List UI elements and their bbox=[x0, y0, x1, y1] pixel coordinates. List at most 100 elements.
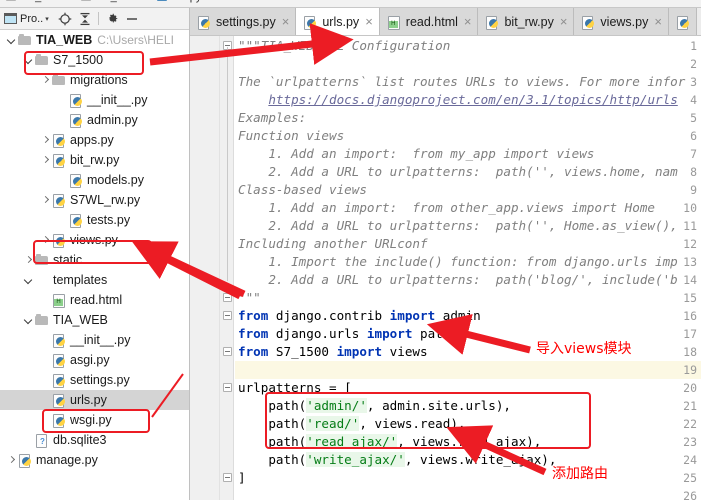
tree-item-tests-py[interactable]: tests.py bbox=[0, 210, 189, 230]
close-icon[interactable]: × bbox=[464, 15, 472, 28]
tree-item-views-py[interactable]: views.py bbox=[0, 230, 189, 250]
code-line[interactable]: The `urlpatterns` list routes URLs to vi… bbox=[238, 73, 685, 91]
code-line[interactable]: from django.contrib import admin bbox=[238, 307, 481, 325]
code-line[interactable]: """TIA_WEB URL Configuration bbox=[238, 37, 450, 55]
tree-item-s7-1500[interactable]: S7_1500 bbox=[0, 50, 189, 70]
tree-item-s7wl-rw-py[interactable]: S7WL_rw.py bbox=[0, 190, 189, 210]
tree-item-tia-web[interactable]: TIA_WEB C:\Users\HELI bbox=[0, 30, 189, 50]
chevron-down-icon[interactable] bbox=[23, 275, 34, 286]
code-line[interactable]: Examples: bbox=[238, 109, 306, 127]
collapse-all-button[interactable] bbox=[75, 9, 95, 29]
editor-tab-settings-py[interactable]: settings.py × bbox=[190, 8, 297, 35]
chevron-right-icon[interactable] bbox=[6, 455, 17, 466]
tree-item-label: S7_1500 bbox=[53, 53, 104, 67]
tree-item-label: db.sqlite3 bbox=[53, 433, 107, 447]
tree-item-static[interactable]: static bbox=[0, 250, 189, 270]
code-editor[interactable]: 1 """TIA_WEB URL Configuration 2 3 The `urlp… bbox=[190, 36, 701, 500]
chevron-right-icon[interactable] bbox=[40, 135, 51, 146]
chevron-right-icon[interactable] bbox=[40, 75, 51, 86]
code-line[interactable]: 2. Add a URL to urlpatterns: path('', Ho… bbox=[238, 217, 677, 235]
scroll-from-source-button[interactable] bbox=[55, 9, 75, 29]
code-line[interactable]: Including another URLconf bbox=[238, 235, 428, 253]
code-line[interactable]: from S7_1500 import views bbox=[238, 343, 428, 361]
settings-button[interactable] bbox=[102, 9, 122, 29]
templates-folder-icon bbox=[35, 274, 49, 286]
editor-tab-urls-py[interactable]: urls.py × bbox=[296, 8, 380, 35]
code-line[interactable]: 1. Add an import: from other_app.views i… bbox=[238, 199, 655, 217]
line-number: 22 bbox=[683, 417, 697, 431]
project-window-icon bbox=[4, 13, 17, 24]
breadcrumb-item-0[interactable]: TIA_WEB bbox=[18, 0, 66, 3]
close-icon[interactable]: × bbox=[365, 15, 373, 28]
code-token: S7_1500 bbox=[268, 344, 337, 359]
tree-item-label: urls.py bbox=[70, 393, 107, 407]
line-number: 8 bbox=[690, 165, 697, 179]
breadcrumb-item-1[interactable]: TIA_WEB bbox=[93, 0, 141, 3]
code-line[interactable]: 1. Import the include() function: from d… bbox=[238, 253, 677, 271]
fold-toggle-icon[interactable] bbox=[223, 293, 232, 302]
code-line[interactable]: https://docs.djangoproject.com/en/3.1/to… bbox=[238, 91, 677, 109]
project-file-tree[interactable]: TIA_WEB C:\Users\HELI S7_1500 migrations __i… bbox=[0, 30, 189, 499]
code-token: 'read/' bbox=[306, 416, 360, 431]
tree-item-templates[interactable]: templates bbox=[0, 270, 189, 290]
chevron-down-icon[interactable] bbox=[23, 55, 34, 66]
tree-item-bit-rw-py[interactable]: bit_rw.py bbox=[0, 150, 189, 170]
fold-toggle-icon[interactable] bbox=[223, 311, 232, 320]
close-icon[interactable]: × bbox=[654, 15, 662, 28]
tree-item-db-sqlite3[interactable]: db.sqlite3 bbox=[0, 430, 189, 450]
tree-item---init---py[interactable]: __init__.py bbox=[0, 90, 189, 110]
tree-item-urls-py[interactable]: urls.py bbox=[0, 390, 189, 410]
close-icon[interactable]: × bbox=[282, 15, 290, 28]
editor-tab-read-html[interactable]: read.html × bbox=[379, 8, 479, 35]
code-line[interactable]: ] bbox=[238, 469, 246, 487]
code-line[interactable]: Function views bbox=[238, 127, 344, 145]
fold-toggle-icon[interactable] bbox=[223, 347, 232, 356]
tree-item-manage-py[interactable]: manage.py bbox=[0, 450, 189, 470]
code-line[interactable]: from django.urls import path bbox=[238, 325, 450, 343]
tree-item---init---py[interactable]: __init__.py bbox=[0, 330, 189, 350]
code-line[interactable]: 1. Add an import: from my_app import vie… bbox=[238, 145, 594, 163]
chevron-down-icon[interactable]: ▾ bbox=[45, 15, 49, 23]
fold-toggle-icon[interactable] bbox=[223, 473, 232, 482]
chevron-down-icon[interactable] bbox=[6, 35, 17, 46]
breadcrumb-item-2[interactable]: urls.py bbox=[169, 0, 201, 3]
code-token: """ bbox=[238, 290, 261, 305]
code-line[interactable]: path('read/', views.read), bbox=[238, 415, 465, 433]
chevron-right-icon[interactable] bbox=[40, 235, 51, 246]
tree-item-settings-py[interactable]: settings.py bbox=[0, 370, 189, 390]
fold-toggle-icon[interactable] bbox=[223, 383, 232, 392]
tree-item-wsgi-py[interactable]: wsgi.py bbox=[0, 410, 189, 430]
tree-item-asgi-py[interactable]: asgi.py bbox=[0, 350, 189, 370]
chevron-right-icon[interactable] bbox=[40, 195, 51, 206]
tree-item-admin-py[interactable]: admin.py bbox=[0, 110, 189, 130]
tree-item-tia-web[interactable]: TIA_WEB bbox=[0, 310, 189, 330]
code-line[interactable]: path('admin/', admin.site.urls), bbox=[238, 397, 511, 415]
hide-tool-window-button[interactable] bbox=[122, 9, 142, 29]
editor-tab-bit-rw-py[interactable]: bit_rw.py × bbox=[478, 8, 575, 35]
tree-item-label: bit_rw.py bbox=[70, 153, 120, 167]
code-line[interactable]: 2. Add a URL to urlpatterns: path('blog/… bbox=[238, 271, 677, 289]
editor-tab-overflow[interactable] bbox=[668, 8, 697, 35]
project-tool-window-title[interactable]: Pro.. ▾ bbox=[4, 13, 49, 25]
tree-item-models-py[interactable]: models.py bbox=[0, 170, 189, 190]
code-line[interactable]: """ bbox=[238, 289, 261, 307]
editor-tab-views-py[interactable]: views.py × bbox=[574, 8, 669, 35]
tree-item-migrations[interactable]: migrations bbox=[0, 70, 189, 90]
code-line[interactable]: Class-based views bbox=[238, 181, 367, 199]
tree-item-read-html[interactable]: read.html bbox=[0, 290, 189, 310]
code-token: Examples: bbox=[238, 110, 307, 125]
breadcrumb-separator: / bbox=[69, 0, 78, 3]
code-line[interactable]: path('read_ajax/', views.read_ajax), bbox=[238, 433, 541, 451]
chevron-right-icon[interactable] bbox=[40, 155, 51, 166]
code-line[interactable]: urlpatterns = [ bbox=[238, 379, 352, 397]
chevron-right-icon[interactable] bbox=[23, 255, 34, 266]
code-line[interactable]: 2. Add a URL to urlpatterns: path('', vi… bbox=[238, 163, 677, 181]
code-line[interactable]: path('write_ajax/', views.write_ajax), bbox=[238, 451, 556, 469]
editor-tab-label: bit_rw.py bbox=[504, 14, 554, 29]
chevron-down-icon[interactable] bbox=[23, 315, 34, 326]
code-token: , admin.site.urls), bbox=[366, 398, 511, 413]
close-icon[interactable]: × bbox=[560, 15, 568, 28]
tree-item-apps-py[interactable]: apps.py bbox=[0, 130, 189, 150]
editor-tab-bar[interactable]: settings.py × urls.py × read.html × bit_rw.py ×… bbox=[190, 8, 701, 36]
